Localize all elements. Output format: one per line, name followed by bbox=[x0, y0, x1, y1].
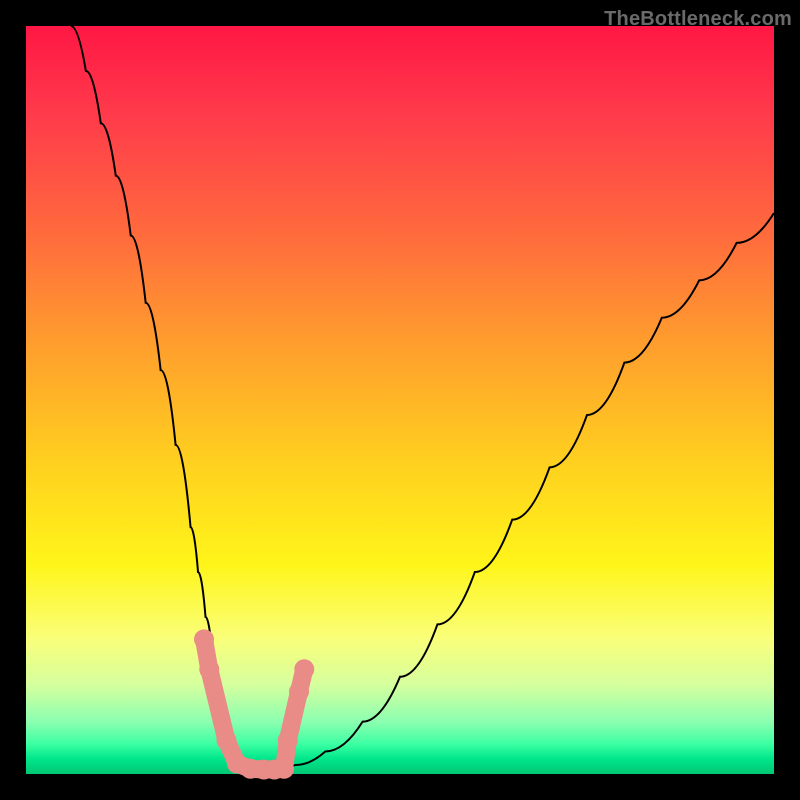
bottleneck-curve bbox=[71, 26, 774, 770]
highlight-point bbox=[294, 659, 314, 679]
watermark-text: TheBottleneck.com bbox=[604, 8, 792, 31]
bottleneck-chart bbox=[26, 26, 774, 774]
highlight-point bbox=[194, 629, 214, 649]
highlight-point bbox=[216, 730, 236, 750]
highlight-point bbox=[199, 659, 219, 679]
highlight-point bbox=[278, 730, 298, 750]
highlight-point bbox=[274, 759, 294, 779]
highlight-point bbox=[289, 682, 309, 702]
